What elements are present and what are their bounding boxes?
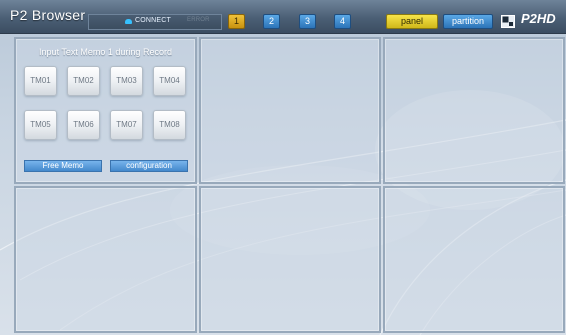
memo-button-tm04[interactable]: TM04 (153, 66, 186, 96)
page-button-2[interactable]: 2 (263, 14, 280, 29)
configuration-button[interactable]: configuration (110, 160, 188, 172)
page-button-4[interactable]: 4 (334, 14, 351, 29)
memo-pane: Input Text Memo 1 during Record TM01 TM0… (14, 37, 197, 184)
window-toggle-icon[interactable] (501, 15, 515, 28)
memo-pane-title: Input Text Memo 1 during Record (39, 47, 172, 57)
panel-button[interactable]: panel (386, 14, 438, 29)
p2-browser-app: P2 Browser CONNECT ERROR 1 2 3 4 panel p… (0, 0, 566, 335)
pane-top-right (383, 37, 565, 184)
connect-label: CONNECT (135, 17, 172, 24)
app-title: P2 Browser (10, 7, 86, 23)
memo-button-tm07[interactable]: TM07 (110, 110, 143, 140)
page-button-1[interactable]: 1 (228, 14, 245, 29)
pane-bottom-middle (199, 186, 381, 333)
memo-button-tm01[interactable]: TM01 (24, 66, 57, 96)
top-bar: P2 Browser CONNECT ERROR 1 2 3 4 panel p… (0, 0, 566, 34)
svg-text:P2HD: P2HD (521, 11, 556, 26)
memo-button-tm02[interactable]: TM02 (67, 66, 100, 96)
connect-status-icon (125, 19, 132, 24)
error-label: ERROR (187, 17, 210, 23)
memo-button-tm05[interactable]: TM05 (24, 110, 57, 140)
memo-button-tm03[interactable]: TM03 (110, 66, 143, 96)
memo-button-tm08[interactable]: TM08 (153, 110, 186, 140)
connection-status-box: CONNECT ERROR (88, 14, 222, 30)
partition-button[interactable]: partition (443, 14, 493, 29)
free-memo-button[interactable]: Free Memo (24, 160, 102, 172)
page-button-3[interactable]: 3 (299, 14, 316, 29)
pane-bottom-left (14, 186, 197, 333)
pane-bottom-right (383, 186, 565, 333)
pane-top-middle (199, 37, 381, 184)
p2hd-logo: P2HD (521, 11, 556, 26)
memo-button-tm06[interactable]: TM06 (67, 110, 100, 140)
